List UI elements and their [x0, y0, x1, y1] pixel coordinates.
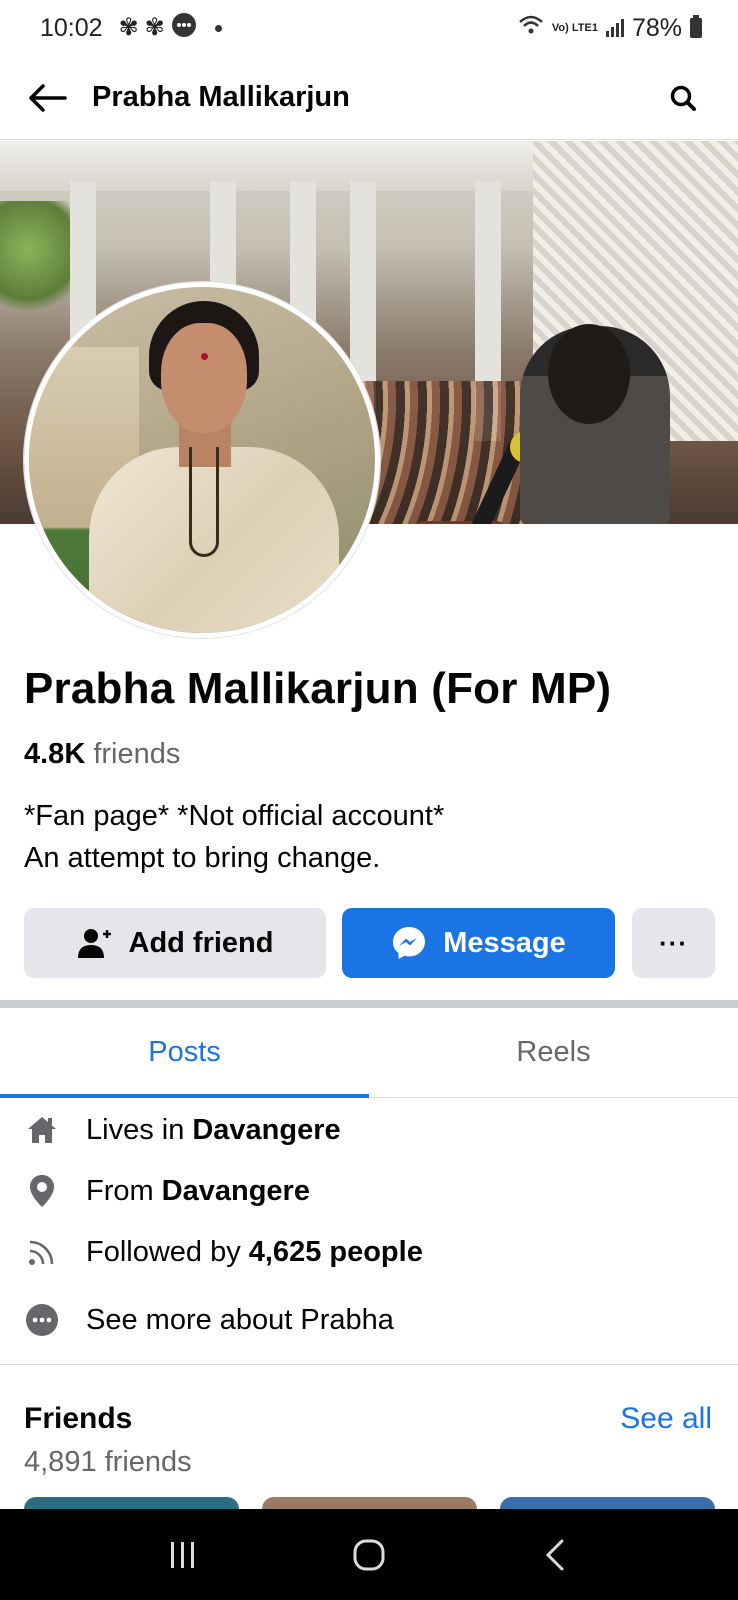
- wifi-icon: [518, 14, 544, 43]
- about-followed-by: Followed by 4,625 people: [24, 1234, 423, 1270]
- signal-icon: [605, 19, 624, 37]
- bio-line: *Fan page* *Not official account*: [24, 800, 445, 832]
- more-options-button[interactable]: ···: [632, 908, 715, 978]
- home-button[interactable]: [339, 1525, 399, 1585]
- section-divider: [0, 1364, 738, 1365]
- friends-count-value: 4.8K: [24, 738, 86, 770]
- header-title: Prabha Mallikarjun: [92, 81, 350, 113]
- followed-by-value[interactable]: 4,625 people: [249, 1236, 423, 1269]
- back-button[interactable]: [22, 73, 72, 123]
- see-more-about[interactable]: See more about Prabha: [24, 1302, 394, 1338]
- friend-thumbnail[interactable]: [24, 1497, 239, 1509]
- more-notifications-dot: [214, 24, 222, 32]
- friends-count[interactable]: 4.8K friends: [24, 738, 180, 771]
- friends-count-label: friends: [93, 738, 181, 770]
- search-button[interactable]: [658, 73, 708, 123]
- followed-by-prefix: Followed by: [86, 1235, 241, 1268]
- arrow-left-icon: [29, 83, 67, 112]
- profile-name: Prabha Mallikarjun (For MP): [24, 664, 612, 713]
- profile-picture[interactable]: [24, 282, 380, 638]
- more-dots-icon: ···: [659, 927, 688, 958]
- person-add-icon: [77, 929, 111, 958]
- app-notification-icon: ✾: [144, 14, 165, 41]
- chevron-left-icon: [545, 1539, 564, 1570]
- about-lives-in: Lives in Davangere: [24, 1112, 341, 1148]
- message-button[interactable]: Message: [342, 908, 615, 978]
- from-prefix: From: [86, 1174, 154, 1207]
- add-friend-label: Add friend: [128, 926, 274, 959]
- location-pin-icon: [24, 1173, 60, 1209]
- page-header: Prabha Mallikarjun: [0, 56, 738, 140]
- home-icon: [24, 1112, 60, 1148]
- recent-apps-button[interactable]: [153, 1525, 213, 1585]
- from-value[interactable]: Davangere: [162, 1175, 310, 1208]
- friend-thumbnail[interactable]: [500, 1497, 715, 1509]
- status-bar: 10:02 ✾ ✾ Vo) LTE1 78%: [0, 0, 738, 56]
- see-more-label: See more about Prabha: [86, 1303, 394, 1336]
- recent-apps-icon: [171, 1541, 194, 1568]
- search-icon: [670, 85, 696, 111]
- lives-in-prefix: Lives in: [86, 1113, 185, 1146]
- section-divider: [0, 1000, 738, 1008]
- about-from: From Davangere: [24, 1173, 310, 1209]
- battery-icon: [690, 15, 702, 38]
- profile-tabs: Posts Reels: [0, 1008, 738, 1098]
- bio-line: An attempt to bring change.: [24, 842, 381, 874]
- app-notification-icon: ✾: [118, 14, 139, 41]
- battery-percent: 78%: [631, 13, 682, 42]
- friends-total: 4,891 friends: [24, 1446, 192, 1478]
- lives-in-value[interactable]: Davangere: [192, 1114, 340, 1147]
- system-nav-bar: [0, 1509, 738, 1600]
- network-type-label: Vo) LTE1: [551, 21, 598, 34]
- profile-bio: *Fan page* *Not official account* An att…: [24, 795, 444, 879]
- tab-posts[interactable]: Posts: [0, 1008, 369, 1098]
- rss-icon: [24, 1234, 60, 1270]
- chat-notification-icon: [171, 12, 197, 45]
- friend-thumbnail[interactable]: [262, 1497, 477, 1509]
- add-friend-button[interactable]: Add friend: [24, 908, 326, 978]
- see-all-friends-link[interactable]: See all: [620, 1402, 712, 1436]
- home-circle-icon: [353, 1539, 385, 1570]
- message-label: Message: [443, 926, 566, 959]
- friends-heading: Friends: [24, 1402, 133, 1435]
- tab-reels[interactable]: Reels: [369, 1008, 738, 1097]
- status-time: 10:02: [40, 13, 103, 42]
- system-back-button[interactable]: [525, 1525, 585, 1585]
- more-dots-icon: [24, 1302, 60, 1338]
- messenger-icon: [393, 927, 426, 959]
